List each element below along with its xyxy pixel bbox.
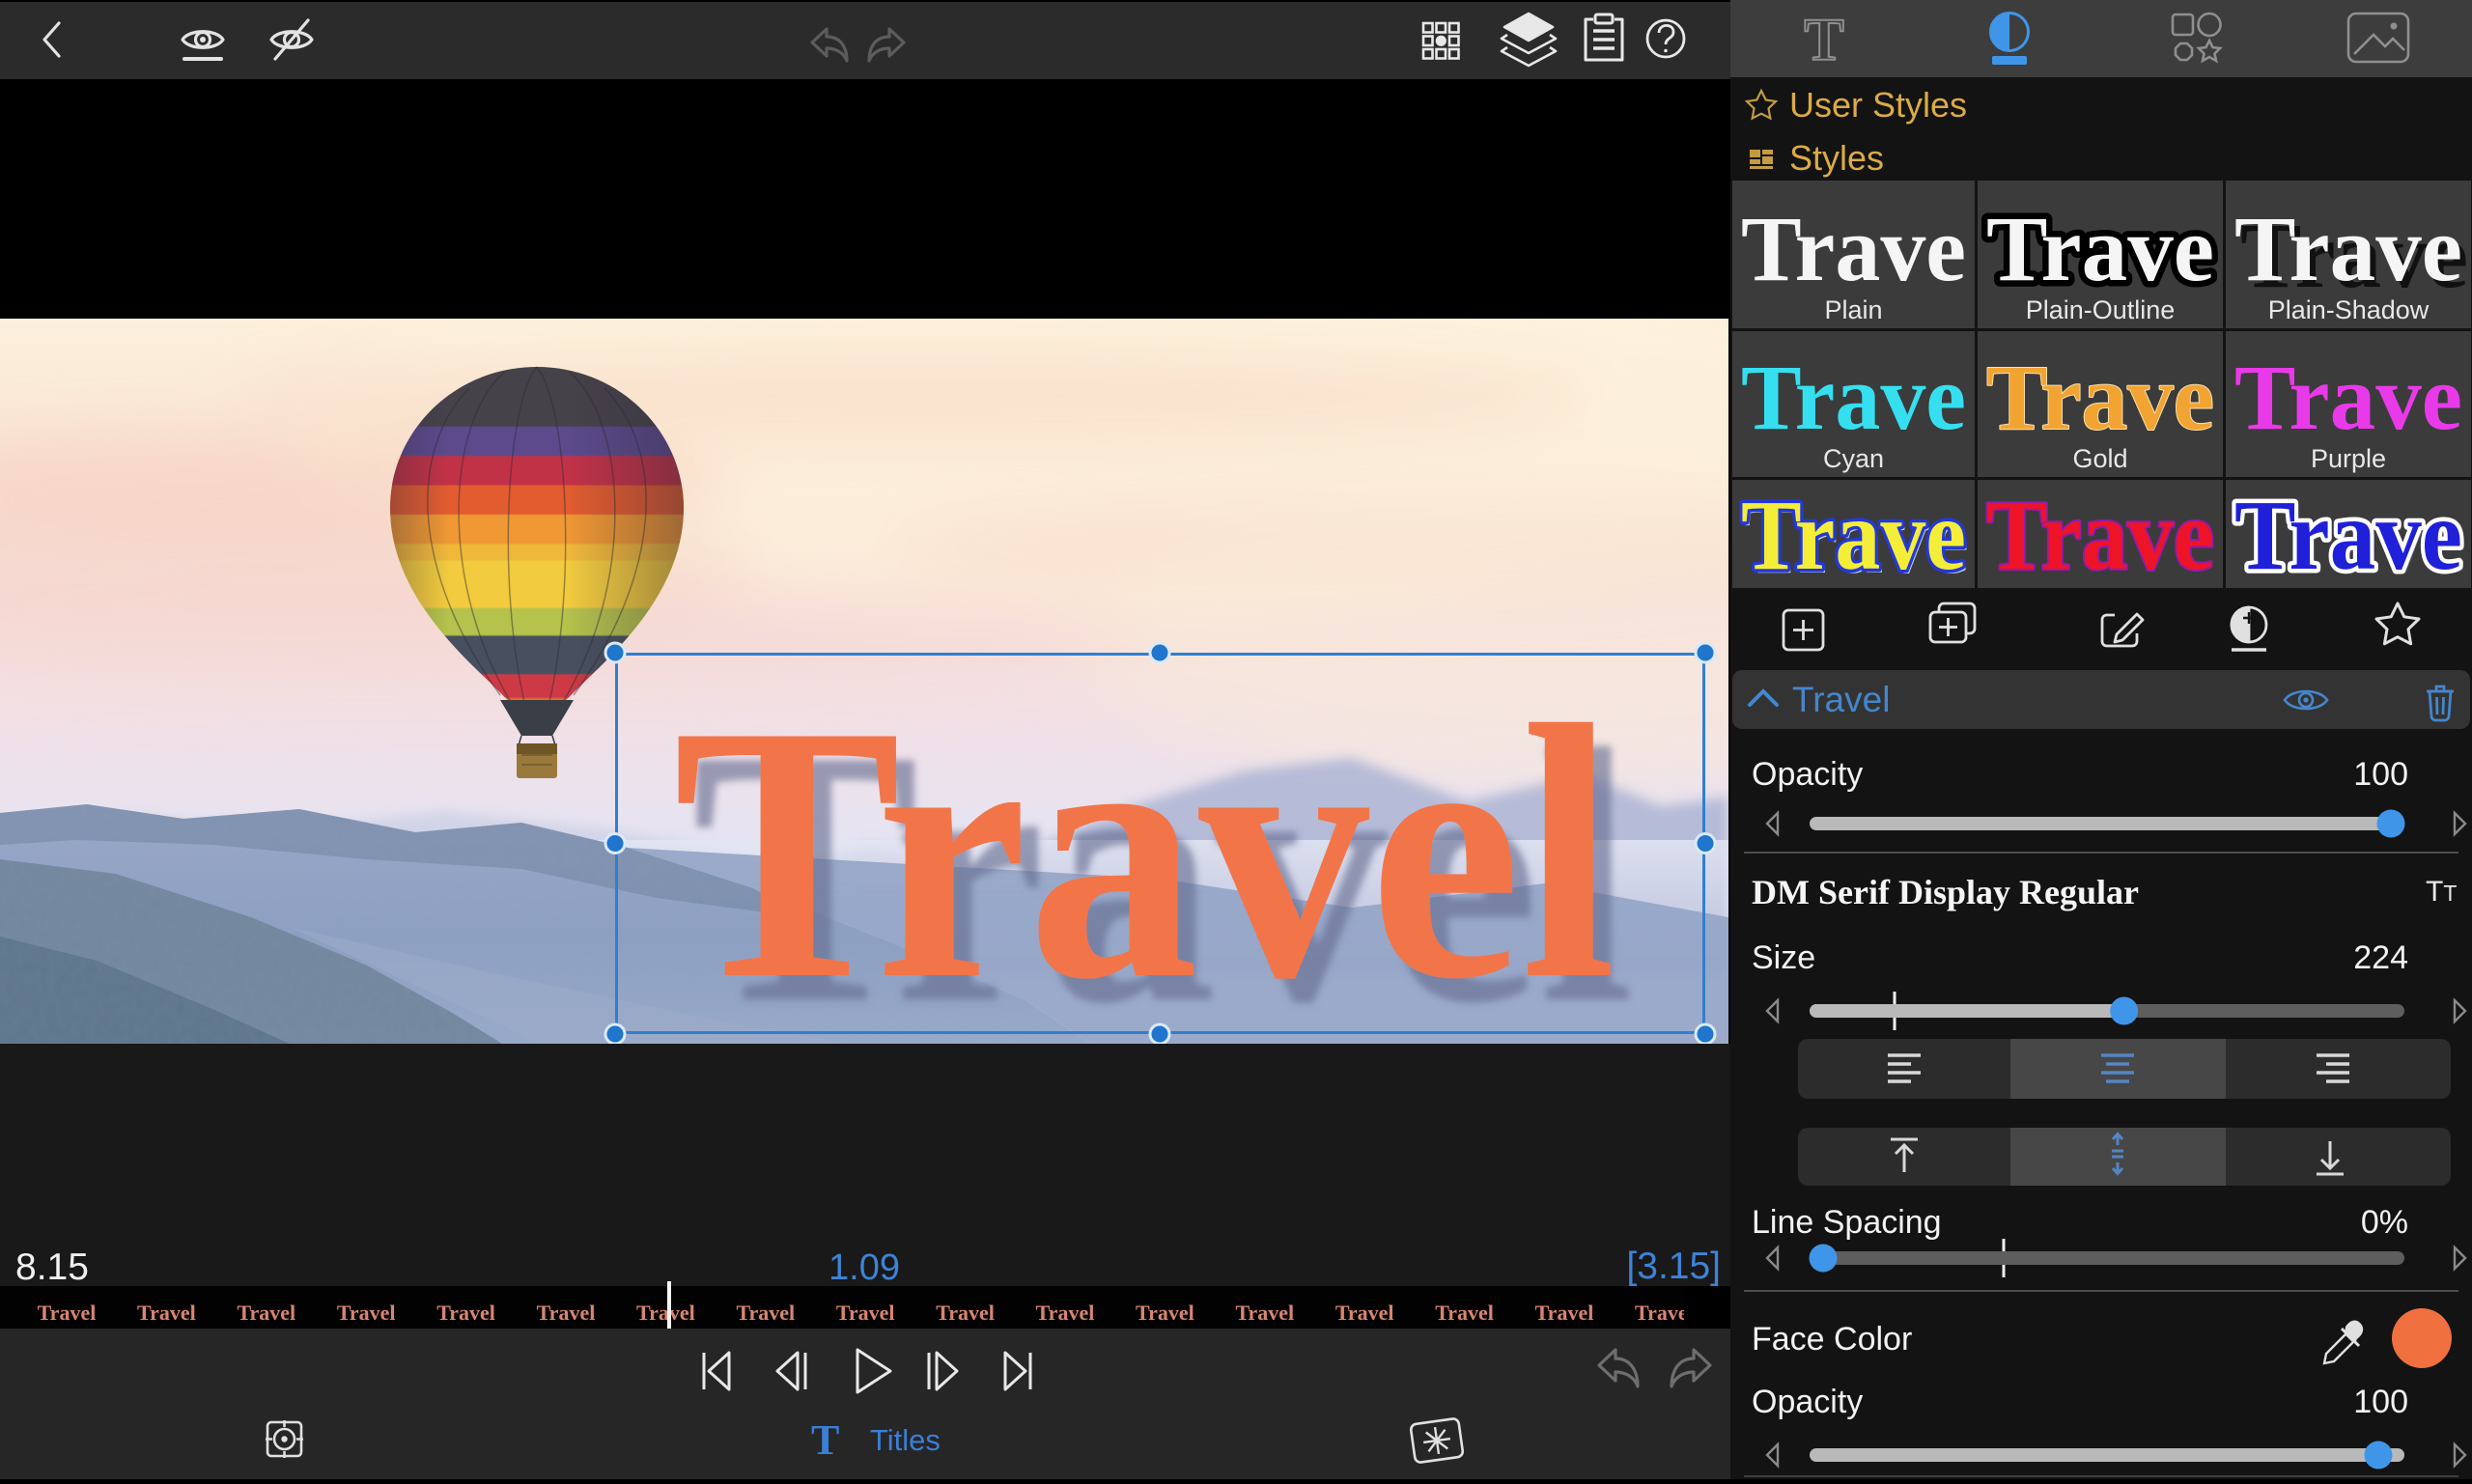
svg-text:Trave: Trave	[1986, 197, 2214, 300]
svg-text:Trave: Trave	[2234, 197, 2462, 300]
svg-text:Purple: Purple	[2311, 444, 2386, 473]
svg-text:Travel: Travel	[1792, 680, 1890, 719]
svg-text:Trave: Trave	[1741, 197, 1966, 300]
svg-text:Gold: Gold	[2072, 444, 2127, 473]
svg-text:Trave: Trave	[2234, 480, 2462, 588]
svg-text:Styles: Styles	[1789, 138, 1884, 178]
svg-text:User Styles: User Styles	[1789, 85, 1967, 125]
svg-text:T: T	[1804, 8, 1843, 73]
svg-text:Cyan: Cyan	[1823, 444, 1884, 473]
svg-text:Trave: Trave	[1741, 480, 1966, 588]
svg-text:Trave: Trave	[1741, 346, 1966, 449]
svg-text:Plain: Plain	[1824, 295, 1882, 324]
svg-text:Trave: Trave	[2234, 346, 2462, 449]
svg-text:Plain-Outline: Plain-Outline	[2026, 295, 2176, 324]
svg-text:Trave: Trave	[1986, 480, 2214, 588]
svg-text:Trave: Trave	[1986, 346, 2214, 449]
svg-text:Plain-Shadow: Plain-Shadow	[2268, 295, 2430, 324]
